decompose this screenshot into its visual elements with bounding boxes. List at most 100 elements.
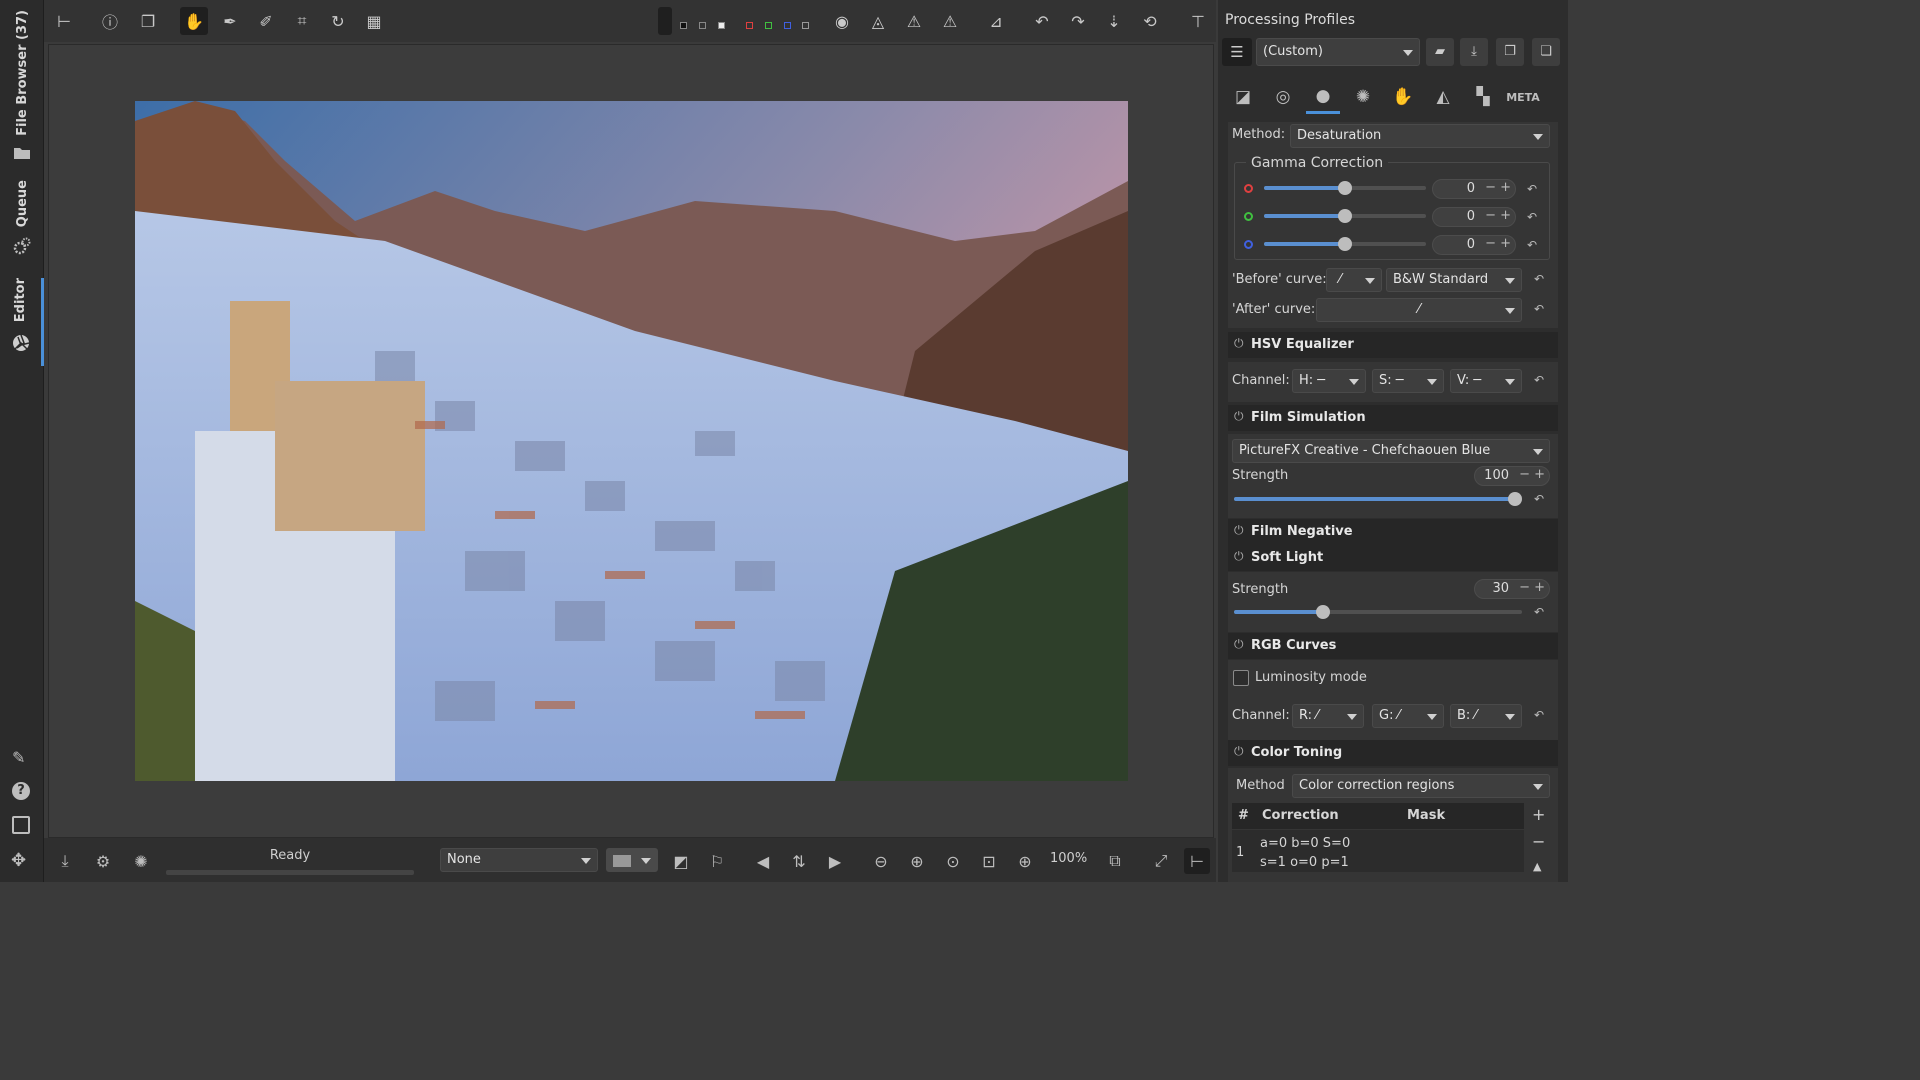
film-simulation-reset-icon[interactable]: ↶ bbox=[1534, 492, 1544, 506]
zoom-100-icon[interactable]: ⊕ bbox=[1012, 848, 1038, 874]
tab-queue[interactable]: Queue bbox=[0, 180, 44, 255]
zoom-in-icon[interactable]: ⊕ bbox=[904, 848, 930, 874]
soft-light-header[interactable]: Soft Light bbox=[1228, 545, 1558, 571]
add-region-icon[interactable]: + bbox=[1532, 805, 1545, 824]
zoom-fit-icon[interactable]: ⊙ bbox=[940, 848, 966, 874]
hsv-equalizer-header[interactable]: HSV Equalizer bbox=[1228, 332, 1558, 358]
tab-exposure-icon[interactable]: ◪ bbox=[1226, 80, 1260, 114]
channel-background-gray-icon[interactable] bbox=[699, 22, 706, 29]
zoom-out-icon[interactable]: ⊖ bbox=[868, 848, 894, 874]
flip-vertical-icon[interactable]: ⇣ bbox=[1100, 7, 1128, 35]
photo-preview[interactable] bbox=[135, 101, 1128, 781]
soft-light-strength-slider[interactable] bbox=[1234, 605, 1522, 619]
channel-background-white-icon[interactable] bbox=[718, 22, 725, 29]
film-simulation-header[interactable]: Film Simulation bbox=[1228, 405, 1558, 431]
color-toning-method-select[interactable]: Color correction regions bbox=[1292, 774, 1550, 798]
after-curve-reset-icon[interactable]: ↶ bbox=[1534, 302, 1544, 316]
sync-icon[interactable]: ⇅ bbox=[786, 848, 812, 874]
channel-luminance-icon[interactable] bbox=[802, 22, 809, 29]
hsv-v-select[interactable]: V: ─ bbox=[1450, 369, 1522, 393]
gamma-green-spin[interactable]: 0− + bbox=[1432, 207, 1516, 227]
soft-light-strength-spin[interactable]: 30− + bbox=[1474, 579, 1550, 599]
rank-icon[interactable]: ⚐ bbox=[704, 848, 730, 874]
channel-blue-icon[interactable] bbox=[784, 22, 791, 29]
crop-preview-icon[interactable]: ◩ bbox=[668, 848, 694, 874]
send-to-queue-icon[interactable]: ⚙ bbox=[90, 848, 116, 874]
info-icon[interactable]: ⓘ bbox=[96, 7, 124, 35]
rgb-b-select[interactable]: B: ⁄ bbox=[1450, 704, 1522, 728]
film-simulation-profile-select[interactable]: PictureFX Creative - Chefchaouen Blue bbox=[1232, 439, 1550, 463]
film-simulation-strength-spin[interactable]: 100− + bbox=[1474, 466, 1550, 486]
hide-left-panel-icon[interactable]: ⊢ bbox=[50, 7, 78, 35]
gamma-green-slider[interactable] bbox=[1264, 209, 1426, 223]
straighten-icon[interactable]: ↻ bbox=[324, 7, 352, 35]
toggle-right-panel-icon[interactable]: ⊢ bbox=[1184, 848, 1210, 874]
gamma-red-slider[interactable] bbox=[1264, 181, 1426, 195]
gamma-red-spin[interactable]: 0− + bbox=[1432, 179, 1516, 199]
tab-editor[interactable]: Editor bbox=[0, 278, 44, 366]
before-after-icon[interactable]: ❐ bbox=[134, 7, 162, 35]
rotate-left-icon[interactable]: ↶ bbox=[1028, 7, 1056, 35]
tab-color-icon[interactable]: ● bbox=[1306, 80, 1340, 114]
perspective-icon[interactable]: ▦ bbox=[360, 7, 388, 35]
save-profile-icon[interactable]: ⤓ bbox=[1460, 38, 1488, 66]
fullscreen-toggle-icon[interactable]: ⤢ bbox=[1148, 848, 1174, 874]
tab-file-browser[interactable]: File Browser (37) bbox=[0, 10, 44, 160]
gamma-blue-reset-icon[interactable]: ↶ bbox=[1527, 238, 1537, 252]
gamma-blue-spin[interactable]: 0− + bbox=[1432, 235, 1516, 255]
hand-tool-icon[interactable]: ✋ bbox=[180, 7, 208, 35]
hsv-h-select[interactable]: H: ─ bbox=[1292, 369, 1366, 393]
tab-raw-icon[interactable]: ▚ bbox=[1466, 80, 1500, 114]
snapshot-profile-select[interactable]: None bbox=[440, 848, 598, 872]
tab-metadata-icon[interactable]: META bbox=[1506, 80, 1540, 114]
rgb-r-select[interactable]: R: ⁄ bbox=[1292, 704, 1364, 728]
shadow-clipping-warning-icon[interactable]: ⚠ bbox=[900, 7, 928, 35]
hide-right-panel-icon[interactable]: ⊤ bbox=[1184, 7, 1212, 35]
focus-mask-icon[interactable]: ◉ bbox=[828, 7, 856, 35]
white-balance-picker-icon[interactable]: ✒ bbox=[216, 7, 244, 35]
hsv-s-select[interactable]: S: ─ bbox=[1372, 369, 1444, 393]
save-image-icon[interactable]: ⤓ bbox=[52, 848, 78, 874]
gamma-blue-slider[interactable] bbox=[1264, 237, 1426, 251]
new-detail-window-icon[interactable]: ✎ bbox=[12, 748, 25, 767]
before-curve-reset-icon[interactable]: ↶ bbox=[1534, 272, 1544, 286]
copy-profile-icon[interactable]: ❐ bbox=[1496, 38, 1524, 66]
open-external-editor-icon[interactable]: ✺ bbox=[128, 848, 154, 874]
profile-list-icon[interactable]: ☰ bbox=[1222, 38, 1252, 66]
highlight-clipping-warning-icon[interactable]: ⚠ bbox=[936, 7, 964, 35]
help-icon[interactable]: ? bbox=[12, 782, 30, 800]
remove-region-icon[interactable]: − bbox=[1532, 832, 1545, 851]
paste-profile-icon[interactable]: ❏ bbox=[1532, 38, 1560, 66]
tab-advanced-icon[interactable]: ✺ bbox=[1346, 80, 1380, 114]
tab-transform-icon[interactable]: ◭ bbox=[1426, 80, 1460, 114]
profile-select[interactable]: (Custom) bbox=[1256, 38, 1420, 66]
film-negative-header[interactable]: Film Negative bbox=[1228, 519, 1558, 545]
preview-size-select[interactable] bbox=[606, 848, 658, 872]
luminosity-mode-checkbox[interactable] bbox=[1233, 670, 1249, 686]
after-curve-type-select[interactable]: ⁄ bbox=[1316, 298, 1522, 322]
next-image-icon[interactable]: ▶ bbox=[822, 848, 848, 874]
new-detail-window-icon[interactable]: ⧉ bbox=[1102, 848, 1128, 874]
gamma-red-reset-icon[interactable]: ↶ bbox=[1527, 182, 1537, 196]
method-select[interactable]: Desaturation bbox=[1290, 124, 1550, 148]
rgb-g-select[interactable]: G: ⁄ bbox=[1372, 704, 1444, 728]
channel-green-icon[interactable] bbox=[765, 22, 772, 29]
color-toning-header[interactable]: Color Toning bbox=[1228, 740, 1558, 766]
hsv-reset-icon[interactable]: ↶ bbox=[1534, 373, 1544, 387]
channel-background-black-icon[interactable] bbox=[680, 22, 687, 29]
previous-image-icon[interactable]: ◀ bbox=[750, 848, 776, 874]
channel-rgb-icon[interactable] bbox=[658, 7, 672, 35]
gamma-green-reset-icon[interactable]: ↶ bbox=[1527, 210, 1537, 224]
before-curve-type-select[interactable]: ⁄ bbox=[1326, 268, 1382, 292]
preferences-icon[interactable] bbox=[12, 816, 30, 834]
before-curve-mode-select[interactable]: B&W Standard bbox=[1386, 268, 1522, 292]
rgb-curves-reset-icon[interactable]: ↶ bbox=[1534, 708, 1544, 722]
rgb-curves-header[interactable]: RGB Curves bbox=[1228, 633, 1558, 659]
crop-icon[interactable]: ⌗ bbox=[288, 7, 316, 35]
histogram-icon[interactable]: ⊿ bbox=[982, 7, 1010, 35]
flip-horizontal-icon[interactable]: ⟲ bbox=[1136, 7, 1164, 35]
soft-light-reset-icon[interactable]: ↶ bbox=[1534, 605, 1544, 619]
load-profile-icon[interactable]: ▰ bbox=[1426, 38, 1454, 66]
fullscreen-icon[interactable]: ✥ bbox=[11, 850, 26, 871]
color-picker-icon[interactable]: ✐ bbox=[252, 7, 280, 35]
